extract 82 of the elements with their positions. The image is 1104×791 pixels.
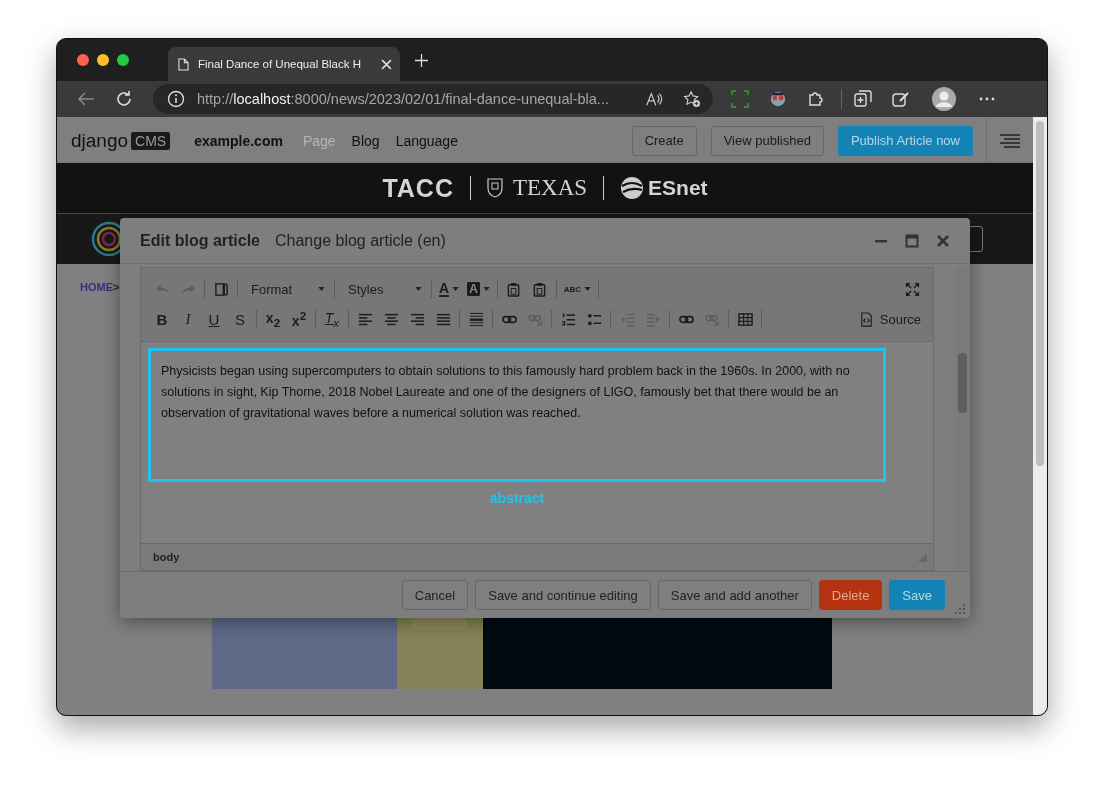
dialog-title: Edit blog article xyxy=(140,231,260,250)
new-tab-icon[interactable] xyxy=(415,53,428,67)
caret-icon xyxy=(318,287,325,291)
clipboard-icon xyxy=(506,281,522,297)
numbered-list-icon xyxy=(560,311,576,327)
align-right-icon xyxy=(409,311,425,327)
partner-logo: TACC xyxy=(382,173,454,203)
indent-icon xyxy=(645,311,661,327)
screenshot-icon[interactable] xyxy=(731,90,749,108)
justify-icon xyxy=(435,311,451,327)
abstract-text: Physicists began using supercomputers to obtain solutions to this famously hard problem back in the 1960s. In 2000, with no solutions in sight, Kip Thorne, 2018 Nobel Laureate and one of the designers of LIGO, famously bet that there would be an observation of gravitational waves before a numerical solution was reached. xyxy=(161,363,851,422)
edit-icon[interactable] xyxy=(892,90,910,108)
dialog-button[interactable]: Delete xyxy=(818,580,883,610)
bold-button[interactable]: B xyxy=(149,306,175,332)
toolbar-button[interactable]: View published xyxy=(710,125,824,156)
italic-button[interactable]: I xyxy=(175,306,201,332)
extension-icon[interactable] xyxy=(769,90,787,108)
page-icon xyxy=(178,57,189,71)
underline-button[interactable]: U xyxy=(201,306,227,332)
url-text: http://localhost:8000/news/2023/02/01/final-dance-unequal-bla... xyxy=(197,91,610,107)
collections-icon[interactable] xyxy=(854,90,872,108)
horizontal-line-icon xyxy=(468,311,484,327)
text-color-button[interactable]: A xyxy=(435,276,464,302)
maximize-icon xyxy=(904,281,920,297)
django-cms-logo[interactable]: django CMS xyxy=(71,129,171,152)
shield-icon xyxy=(486,178,503,198)
caret-icon xyxy=(482,287,490,291)
tab-title: Final Dance of Unequal Black H xyxy=(198,58,362,70)
dropdown[interactable]: Format xyxy=(241,276,331,302)
dialog-subtitle: Change blog article (en) xyxy=(275,231,446,250)
browser-tab[interactable]: Final Dance of Unequal Black H xyxy=(168,47,400,81)
toolbar-button[interactable]: Create xyxy=(631,125,697,156)
dialog-button[interactable]: Save xyxy=(889,580,945,610)
info-icon[interactable] xyxy=(167,90,185,108)
bulleted-list-icon xyxy=(586,311,602,327)
source-button[interactable]: Source xyxy=(854,306,925,332)
outdent-icon xyxy=(619,311,635,327)
puzzle-icon[interactable] xyxy=(807,90,825,108)
dialog-button[interactable]: Save and add another xyxy=(657,580,812,610)
dialog-button[interactable]: Cancel xyxy=(401,580,469,610)
read-aloud-icon[interactable] xyxy=(645,90,663,108)
spellcheck-button[interactable]: ABC xyxy=(559,276,596,302)
add-favorite-icon[interactable] xyxy=(683,90,701,108)
align-left-icon xyxy=(357,311,373,327)
close-window-button[interactable] xyxy=(77,54,89,66)
menu-icon xyxy=(1000,133,1020,148)
back-icon[interactable] xyxy=(77,90,95,108)
reload-icon[interactable] xyxy=(115,90,133,108)
resize-handle[interactable] xyxy=(955,604,965,614)
zoom-window-button[interactable] xyxy=(117,54,129,66)
menu-item[interactable]: Language xyxy=(395,132,458,149)
subscript-button[interactable]: x$_{2}$ xyxy=(260,306,286,332)
clipboard-icon xyxy=(532,281,548,297)
address-bar[interactable]: http://localhost:8000/news/2023/02/01/final-dance-unequal-bla... xyxy=(153,84,713,114)
scrollbar[interactable] xyxy=(955,267,970,571)
table-icon xyxy=(737,311,753,327)
templates-icon xyxy=(213,281,229,297)
document-icon xyxy=(858,311,874,327)
minimize-window-button[interactable] xyxy=(97,54,109,66)
field-label: abstract xyxy=(488,490,546,506)
breadcrumb-link[interactable]: HOME xyxy=(80,281,113,293)
site-link[interactable]: example.com xyxy=(194,132,283,149)
dialog-button[interactable]: Save and continue editing xyxy=(475,580,651,610)
abstract-field[interactable] xyxy=(148,348,886,482)
partner-logo: TEXAS xyxy=(512,175,588,201)
caret-icon xyxy=(415,287,422,291)
background-color-button[interactable]: A xyxy=(463,276,494,302)
caret-icon xyxy=(452,287,460,291)
globe-icon xyxy=(620,176,645,200)
menu-item[interactable]: Blog xyxy=(351,132,380,149)
strikethrough-button[interactable]: S xyxy=(227,306,253,332)
remove-format-button[interactable]: T$_{x}$ xyxy=(319,306,345,332)
partner-logo: ESnet xyxy=(648,176,708,200)
superscript-button[interactable]: x$^{2}$ xyxy=(286,306,312,332)
toolbar-button[interactable]: Publish Article now xyxy=(837,125,973,156)
dropdown[interactable]: Styles xyxy=(338,276,428,302)
maximize-icon[interactable] xyxy=(905,233,919,248)
breadcrumb-separator: > xyxy=(113,281,120,293)
scrollbar[interactable] xyxy=(1033,117,1047,715)
profile-avatar[interactable] xyxy=(932,87,956,111)
caret-icon xyxy=(584,287,592,291)
align-center-icon xyxy=(383,311,399,327)
